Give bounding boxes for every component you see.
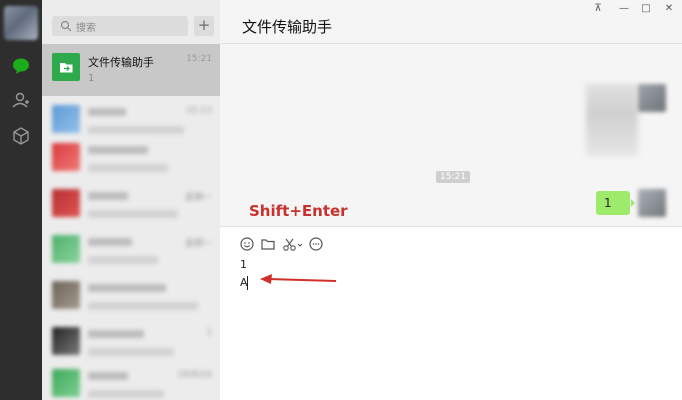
message-timestamp: 15:21 <box>436 171 470 183</box>
chat-item-time: 星期一 <box>184 193 212 203</box>
red-arrow-icon <box>260 274 337 284</box>
add-chat-button[interactable]: + <box>194 16 214 36</box>
contact-avatar <box>52 235 80 263</box>
contact-avatar <box>52 189 80 217</box>
chat-icon[interactable] <box>11 56 31 76</box>
chat-item[interactable]: 18/8/24 <box>42 360 220 400</box>
blurred-message <box>586 84 638 156</box>
search-icon <box>60 20 72 32</box>
chat-item-preview: 1 <box>88 73 95 84</box>
text-caret <box>247 276 248 290</box>
folder-arrow-icon <box>60 63 73 73</box>
chat-item-time: 15:13 <box>186 106 212 116</box>
chat-item-time: 星期一 <box>184 239 212 249</box>
my-message-bubble[interactable]: 1 <box>596 191 635 215</box>
chat-list: 搜索 + 文件传输助手 1 15:21 15:13 星期一 星期一 1 18/8… <box>42 0 220 400</box>
chat-title: 文件传输助手 <box>242 18 333 36</box>
scissors-icon[interactable] <box>282 236 304 252</box>
file-transfer-avatar <box>52 53 80 81</box>
message-area: 15:21 1 Shift+Enter <box>220 44 682 226</box>
chat-item-name: 文件传输助手 <box>88 56 154 69</box>
user-avatar[interactable] <box>4 6 38 40</box>
my-avatar <box>638 84 666 112</box>
contact-avatar <box>52 105 80 133</box>
contacts-icon[interactable] <box>11 90 31 110</box>
chat-item[interactable]: 星期一 <box>42 226 220 278</box>
cube-icon[interactable] <box>11 126 31 146</box>
input-area[interactable]: 1 A <box>220 226 682 400</box>
chat-item-time: 1 <box>206 328 212 338</box>
contact-avatar <box>52 281 80 309</box>
close-button[interactable]: ✕ <box>661 3 677 14</box>
search-placeholder: 搜索 <box>76 23 96 34</box>
chat-item[interactable]: 星期一 <box>42 180 220 232</box>
chat-item-file-transfer[interactable]: 文件传输助手 1 15:21 <box>42 44 220 96</box>
pin-button[interactable]: ⊼ <box>590 3 606 14</box>
chat-window: 文件传输助手 ⊼ — □ ✕ 15:21 1 Shift+Enter 1 A <box>220 0 682 400</box>
chat-item-time: 15:21 <box>186 54 212 64</box>
typed-line-1: 1 <box>240 258 247 271</box>
emoji-icon[interactable] <box>239 236 255 252</box>
maximize-button[interactable]: □ <box>638 3 654 14</box>
contact-avatar <box>52 327 80 355</box>
contact-avatar <box>52 143 80 171</box>
left-rail <box>0 0 42 400</box>
chat-item-time: 18/8/24 <box>177 370 212 380</box>
search-box[interactable]: 搜索 <box>52 16 188 36</box>
shortcut-annotation: Shift+Enter <box>249 202 348 220</box>
chat-bubble-icon[interactable] <box>308 236 324 252</box>
chat-item[interactable] <box>42 134 220 186</box>
my-avatar <box>638 189 666 217</box>
minimize-button[interactable]: — <box>616 3 632 14</box>
folder-icon[interactable] <box>260 236 276 252</box>
chat-item[interactable] <box>42 272 220 324</box>
contact-avatar <box>52 369 80 397</box>
